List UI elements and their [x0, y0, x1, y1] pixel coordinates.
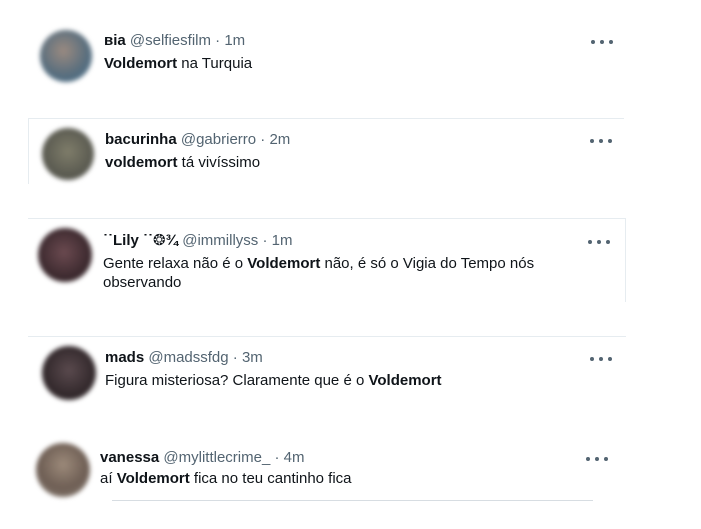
tweet-text-part: Figura misteriosa? Claramente que é o	[105, 372, 369, 389]
timestamp[interactable]: 3m	[242, 349, 263, 366]
tweet-text: aí Voldemort fica no teu cantinho fica	[100, 469, 352, 489]
user-handle[interactable]: @immillyss	[182, 232, 258, 249]
avatar[interactable]	[40, 30, 92, 82]
divider	[28, 118, 624, 119]
tweet-text-part: Gente relaxa não é o	[103, 255, 248, 272]
display-name[interactable]: bacurinha	[105, 131, 177, 148]
divider	[112, 500, 593, 501]
display-name[interactable]: mads	[105, 349, 144, 366]
separator-dot: ·	[262, 232, 268, 249]
display-name[interactable]: ˙˙Lily ˙˙❂¾	[103, 232, 178, 249]
timestamp[interactable]: 1m	[272, 232, 293, 249]
separator-dot: ·	[274, 449, 280, 466]
timestamp[interactable]: 2m	[269, 131, 290, 148]
tweet-text-part: na Turquia	[177, 55, 253, 72]
user-handle[interactable]: @mylittlecrime_	[163, 449, 270, 466]
separator-dot: ·	[215, 32, 221, 49]
tweet-header: вia @selfiesfilm · 1m	[104, 31, 245, 51]
timestamp[interactable]: 4m	[284, 449, 305, 466]
tweet-text-part: fica no teu cantinho fica	[189, 470, 352, 487]
tweet-text: Voldemort na Turquia	[104, 54, 252, 74]
more-options-icon[interactable]	[588, 235, 610, 249]
user-handle[interactable]: @gabrierro	[181, 131, 256, 148]
avatar[interactable]	[38, 228, 92, 282]
tweet-text-highlight: Voldemort	[368, 372, 442, 389]
tweet-text-highlight: voldemort	[105, 154, 178, 171]
divider	[28, 218, 626, 219]
tweet-text-line: observando	[103, 274, 182, 291]
tweet-text: Figura misteriosa? Claramente que é o Vo…	[105, 371, 442, 391]
more-options-icon[interactable]	[590, 352, 612, 366]
tweet-header: vanessa @mylittlecrime_ · 4m	[100, 448, 304, 468]
tweet-header: bacurinha @gabrierro · 2m	[105, 130, 290, 150]
tweet-header: ˙˙Lily ˙˙❂¾ @immillyss · 1m	[103, 231, 293, 251]
divider	[625, 218, 626, 302]
tweet-text-line: Gente relaxa não é o Voldemort não, é só…	[103, 254, 534, 274]
avatar[interactable]	[42, 346, 96, 400]
avatar[interactable]	[42, 128, 94, 180]
divider	[28, 336, 626, 337]
more-options-icon[interactable]	[586, 452, 608, 466]
tweet-text-highlight: Voldemort	[247, 255, 321, 272]
avatar[interactable]	[36, 443, 90, 497]
tweet-text: voldemort tá vivíssimo	[105, 153, 260, 173]
tweet-text-part: aí	[100, 470, 117, 487]
user-handle[interactable]: @selfiesfilm	[130, 32, 211, 49]
more-options-icon[interactable]	[590, 134, 612, 148]
separator-dot: ·	[232, 349, 238, 366]
tweet-text-part: não, é só o Vigia do Tempo nós	[320, 255, 535, 272]
tweet-text-highlight: Voldemort	[104, 55, 178, 72]
tweet-text-part: tá vivíssimo	[177, 154, 261, 171]
separator-dot: ·	[260, 131, 266, 148]
tweet-header: mads @madssfdg · 3m	[105, 348, 263, 368]
timestamp[interactable]: 1m	[224, 32, 245, 49]
user-handle[interactable]: @madssfdg	[148, 349, 228, 366]
display-name[interactable]: вia	[104, 32, 126, 49]
tweet-text-highlight: Voldemort	[116, 470, 190, 487]
more-options-icon[interactable]	[591, 35, 613, 49]
display-name[interactable]: vanessa	[100, 449, 159, 466]
divider	[28, 118, 29, 184]
